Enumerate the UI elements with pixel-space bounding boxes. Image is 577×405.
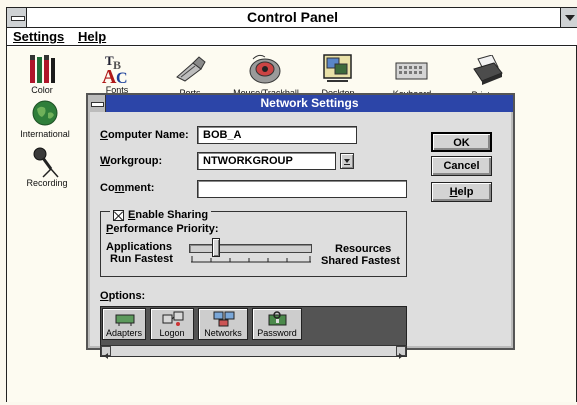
svg-text:C: C [116, 70, 128, 85]
adapters-label: Adapters [105, 328, 143, 338]
shared-fastest-label: Shared Fastest [321, 255, 400, 267]
password-label: Password [257, 328, 297, 338]
enable-sharing-checkbox[interactable]: Enable Sharing [110, 209, 212, 221]
workgroup-dropdown[interactable]: NTWORKGROUP [197, 152, 336, 170]
enable-sharing-label: Enable Sharing [128, 209, 209, 221]
options-scrollbar[interactable] [100, 345, 407, 357]
comment-input[interactable] [197, 180, 407, 198]
applet-fonts[interactable]: T B A C [101, 51, 133, 88]
comment-label: Comment: [100, 182, 155, 194]
network-settings-dialog: Network Settings Computer Name: BOB_A Wo… [86, 93, 515, 359]
resources-label: Resources [335, 243, 392, 255]
options-label: Options: [100, 290, 146, 302]
color-icon [30, 55, 55, 83]
applet-ports[interactable] [173, 55, 207, 83]
control-panel-title-bar[interactable]: Control Panel [7, 8, 577, 28]
scroll-left-icon[interactable] [101, 346, 111, 359]
keyboard-icon [395, 62, 428, 80]
computer-name-input[interactable]: BOB_A [197, 126, 357, 144]
logon-icon [162, 311, 184, 326]
password-button[interactable]: Password [252, 308, 302, 340]
menu-settings[interactable]: Settings [13, 28, 64, 46]
minimize-icon[interactable] [560, 8, 577, 27]
password-icon [268, 311, 287, 326]
networks-icon [213, 311, 235, 327]
performance-slider-thumb[interactable] [212, 238, 220, 257]
printers-icon [473, 54, 503, 85]
applet-keyboard[interactable] [395, 57, 429, 81]
performance-priority-label: Performance Priority: [106, 223, 219, 235]
computer-name-label: Computer Name: [100, 129, 189, 141]
applet-desktop[interactable] [322, 53, 354, 85]
applet-international[interactable] [31, 99, 59, 127]
run-fastest-label: Run Fastest [110, 253, 173, 265]
adapters-icon [115, 314, 135, 326]
cancel-button[interactable]: Cancel [431, 156, 492, 176]
svg-text:A: A [102, 66, 117, 85]
networks-button[interactable]: Networks [198, 308, 248, 340]
desktop-icon [323, 54, 352, 82]
applet-printers[interactable] [470, 54, 506, 87]
microphone-icon [33, 147, 59, 178]
ports-icon [176, 56, 206, 82]
logon-button[interactable]: Logon [150, 308, 194, 340]
help-button[interactable]: Help [431, 182, 492, 202]
menu-bar: Settings Help [7, 28, 577, 46]
dialog-title-bar[interactable]: Network Settings [88, 95, 513, 112]
chevron-down-icon[interactable] [340, 153, 354, 169]
workgroup-label: Workgroup: [100, 155, 163, 167]
applet-recording-label: Recording [26, 178, 68, 188]
checkbox-checked-icon[interactable] [113, 209, 124, 221]
performance-slider-track[interactable] [189, 244, 312, 253]
applications-label: Applications [106, 241, 173, 253]
adapters-button[interactable]: Adapters [102, 308, 146, 340]
scroll-right-icon[interactable] [396, 346, 406, 359]
applet-recording[interactable] [31, 147, 61, 179]
slider-ticks [191, 256, 311, 263]
window-title: Control Panel [246, 9, 338, 25]
menu-help[interactable]: Help [78, 28, 106, 46]
networks-label: Networks [204, 328, 242, 338]
dialog-title: Network Settings [260, 96, 359, 110]
globe-icon [32, 100, 58, 126]
dialog-system-menu-icon[interactable] [88, 95, 106, 112]
ok-button[interactable]: OK [431, 132, 492, 152]
applet-international-label: International [20, 129, 70, 139]
fonts-icon: T B A C [102, 53, 128, 88]
applet-mouse[interactable] [247, 53, 283, 85]
applet-color-label: Color [31, 85, 53, 95]
mouse-icon [249, 54, 281, 84]
logon-label: Logon [159, 328, 185, 338]
